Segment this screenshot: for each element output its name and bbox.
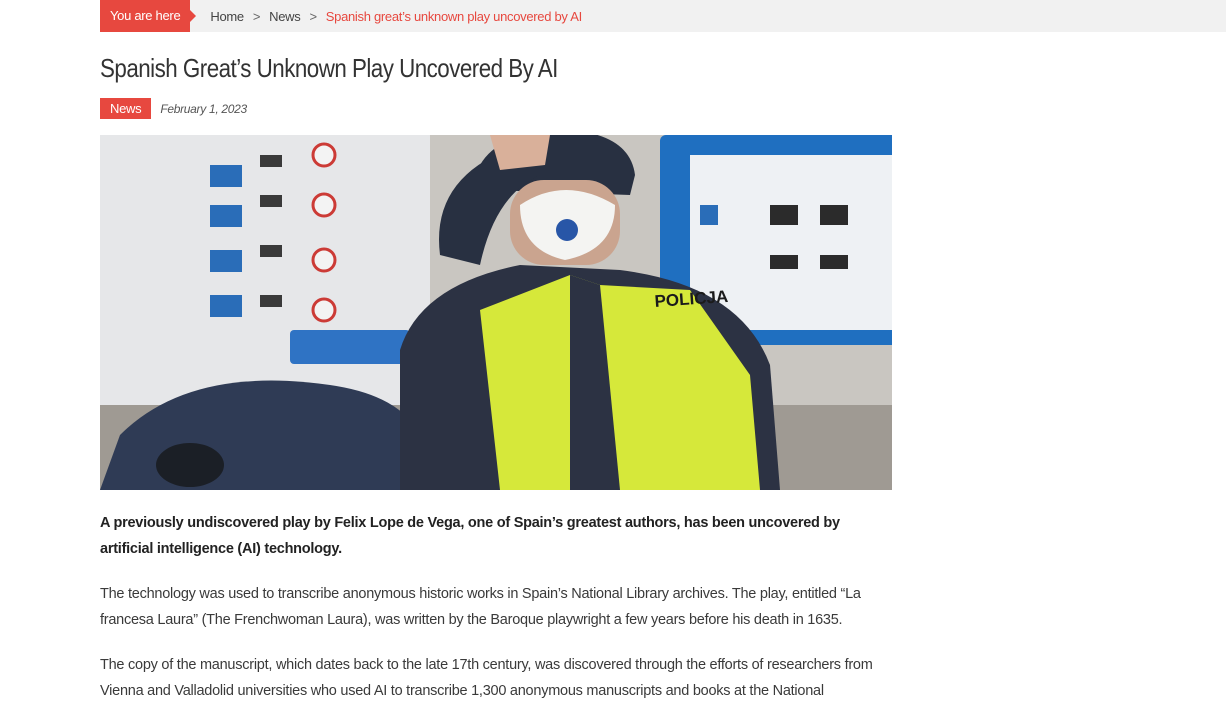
article-paragraph: The technology was used to transcribe an… [100, 586, 861, 628]
breadcrumb-separator: > [309, 8, 317, 24]
category-badge-link[interactable]: News [100, 98, 152, 119]
post-date: February 1, 2023 [160, 101, 247, 116]
breadcrumb-label: You are here [100, 0, 197, 32]
article-lead: A previously undiscovered play by Felix … [100, 515, 840, 557]
breadcrumb-news-link[interactable]: News [269, 9, 301, 24]
article-meta: News February 1, 2023 [100, 98, 247, 119]
breadcrumb-separator: > [252, 8, 261, 24]
article-body: A previously undiscovered play by Felix … [100, 510, 892, 704]
breadcrumb-home-link[interactable]: Home [210, 9, 244, 24]
featured-image: POLICJA [100, 135, 892, 490]
article-paragraph: The copy of the manuscript, which dates … [100, 657, 873, 699]
article-title: Spanish Great’s Unknown Play Uncovered B… [100, 53, 558, 83]
breadcrumb: You are here Home > News > Spanish great… [100, 0, 1226, 32]
breadcrumb-current-page: Spanish great’s unknown play uncovered b… [325, 8, 582, 24]
featured-image-illustration: POLICJA [100, 135, 892, 490]
breadcrumb-trail: Home > News > Spanish great’s unknown pl… [210, 9, 582, 24]
